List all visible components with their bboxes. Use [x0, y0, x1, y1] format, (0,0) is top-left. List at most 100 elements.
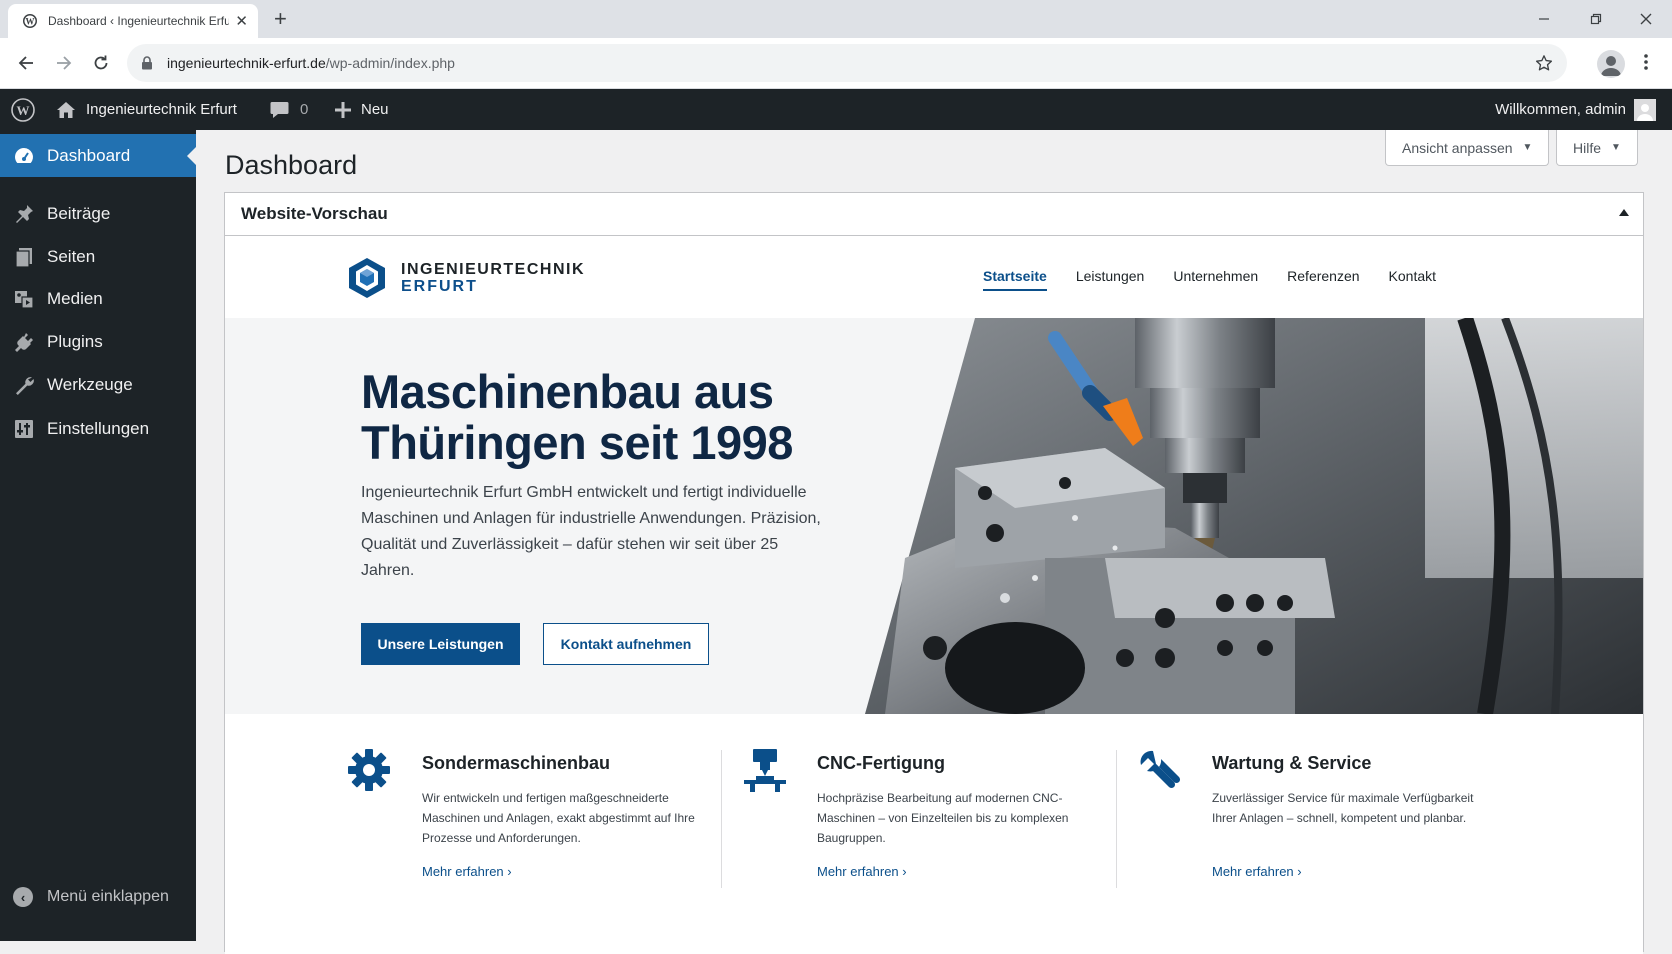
browser-menu-icon[interactable] — [1644, 53, 1648, 71]
sidebar-item-medien[interactable]: Medien — [0, 277, 196, 320]
user-avatar-icon — [1634, 98, 1656, 121]
collapse-menu-button[interactable]: ‹ Menü einklappen — [13, 887, 169, 907]
close-window-icon[interactable] — [1620, 0, 1672, 38]
pages-icon — [13, 246, 35, 268]
sidebar-item-label: Dashboard — [47, 145, 131, 165]
feature-link[interactable]: Mehr erfahren › — [422, 864, 512, 879]
sidebar-item-label: Plugins — [47, 331, 103, 351]
preview-hero: Maschinenbau aus Thüringen seit 1998 Inge… — [225, 318, 1643, 714]
comments-count: 0 — [300, 101, 309, 118]
close-tab-icon[interactable]: ✕ — [235, 14, 248, 29]
hero-title-line-1: Maschinenbau aus — [361, 365, 774, 418]
gear-icon — [347, 748, 393, 794]
reload-icon[interactable] — [89, 51, 113, 75]
restore-icon[interactable] — [1570, 0, 1622, 38]
feature-text: Hochpräzise Bearbeitung auf modernen CNC… — [817, 791, 1069, 845]
nav-leistungen[interactable]: Leistungen — [1076, 268, 1145, 291]
account-menu[interactable]: Willkommen, admin — [1495, 89, 1656, 130]
collapse-arrow-icon: ‹ — [13, 887, 33, 907]
feature-link[interactable]: Mehr erfahren › — [817, 864, 907, 879]
widget-title: Website-Vorschau — [241, 204, 388, 223]
caret-down-icon: ▼ — [1611, 142, 1621, 153]
sidebar-item-label: Medien — [47, 288, 103, 308]
sidebar-item-label: Beiträge — [47, 203, 111, 223]
cnc-icon — [742, 748, 788, 794]
dashboard-icon — [13, 145, 35, 167]
feature-text: Wir entwickeln und fertigen maßgeschneid… — [422, 791, 695, 845]
forward-icon[interactable] — [52, 51, 76, 75]
profile-avatar-icon[interactable] — [1597, 50, 1625, 78]
wrench-icon — [13, 374, 35, 396]
home-icon — [56, 100, 76, 120]
feature-divider — [721, 750, 722, 888]
nav-kontakt[interactable]: Kontakt — [1389, 268, 1436, 291]
admin-sidebar: Dashboard Beiträge Seiten Medien Plugins… — [0, 130, 196, 941]
site-name-link[interactable]: Ingenieurtechnik Erfurt — [56, 89, 237, 130]
sidebar-item-beitraege[interactable]: Beiträge — [0, 192, 196, 235]
feature-link-label: Mehr erfahren — [422, 864, 504, 879]
sidebar-item-werkzeuge[interactable]: Werkzeuge — [0, 363, 196, 406]
welcome-text: Willkommen, admin — [1495, 101, 1626, 118]
screen-options-label: Ansicht anpassen — [1402, 139, 1513, 156]
wordpress-logo-icon[interactable]: W — [11, 89, 35, 130]
help-button[interactable]: Hilfe ▼ — [1556, 130, 1638, 166]
back-icon[interactable] — [14, 51, 38, 75]
address-bar[interactable]: ingenieurtechnik-erfurt.de/wp-admin/inde… — [127, 44, 1567, 82]
sidebar-item-label: Einstellungen — [47, 418, 150, 438]
url-path: /wp-admin/index.php — [325, 55, 455, 71]
new-tab-icon[interactable]: + — [274, 6, 287, 32]
screen-options-button[interactable]: Ansicht anpassen ▼ — [1385, 130, 1550, 166]
feature-title: Sondermaschinenbau — [422, 753, 611, 773]
wordpress-favicon-icon: W — [22, 13, 38, 29]
new-content-link[interactable]: Neu — [335, 89, 389, 130]
site-name: Ingenieurtechnik Erfurt — [86, 101, 237, 118]
tab-title: Dashboard ‹ Ingenieurtechnik Erfurt — [48, 14, 230, 28]
new-label: Neu — [361, 101, 389, 118]
feature-text: Zuverlässiger Service für maximale Verfü… — [1212, 791, 1474, 825]
hero-title-line-2: Thüringen seit 1998 — [361, 416, 793, 469]
sidebar-item-plugins[interactable]: Plugins — [0, 320, 196, 363]
feature-title: CNC-Fertigung — [817, 753, 945, 773]
collapse-widget-icon[interactable] — [1619, 209, 1629, 216]
website-preview-widget: Website-Vorschau INGENIEURTECHNIK ERFURT… — [224, 192, 1644, 954]
nav-startseite[interactable]: Startseite — [983, 268, 1047, 291]
feature-divider — [1116, 750, 1117, 888]
plus-icon — [335, 101, 351, 118]
feature-link[interactable]: Mehr erfahren › — [1212, 864, 1302, 879]
browser-toolbar: ingenieurtechnik-erfurt.de/wp-admin/inde… — [0, 38, 1672, 89]
hero-title: Maschinenbau aus Thüringen seit 1998 — [361, 366, 793, 468]
lock-icon — [141, 56, 153, 70]
url-host: ingenieurtechnik-erfurt.de — [167, 55, 326, 71]
hero-text: Ingenieurtechnik Erfurt GmbH entwickelt … — [361, 484, 821, 579]
cnc-machine-image — [865, 318, 1643, 714]
bookmark-star-icon[interactable] — [1535, 54, 1553, 72]
svg-text:W: W — [26, 17, 35, 27]
contact-button[interactable]: Kontakt aufnehmen — [543, 623, 709, 665]
widget-header: Website-Vorschau — [225, 193, 1643, 236]
preview-site-nav: Startseite Leistungen Unternehmen Refere… — [983, 268, 1465, 291]
services-button[interactable]: Unsere Leistungen — [361, 623, 520, 665]
caret-down-icon: ▼ — [1522, 142, 1533, 153]
wp-admin-bar: W Ingenieurtechnik Erfurt 0 Neu Willkomm… — [0, 89, 1672, 130]
sidebar-item-label: Seiten — [47, 246, 96, 266]
nav-referenzen[interactable]: Referenzen — [1287, 268, 1359, 291]
hexagon-logo-icon — [347, 257, 387, 299]
svg-text:W: W — [17, 103, 30, 118]
page-title: Dashboard — [225, 150, 358, 180]
browser-tab-bar: W Dashboard ‹ Ingenieurtechnik Erfurt ✕ … — [0, 0, 1672, 38]
sidebar-item-einstellungen[interactable]: Einstellungen — [0, 407, 196, 450]
browser-tab[interactable]: W Dashboard ‹ Ingenieurtechnik Erfurt ✕ — [8, 4, 258, 38]
nav-unternehmen[interactable]: Unternehmen — [1173, 268, 1258, 291]
comment-icon — [270, 101, 289, 119]
sidebar-item-dashboard[interactable]: Dashboard — [0, 134, 196, 177]
url-text: ingenieurtechnik-erfurt.de/wp-admin/inde… — [167, 55, 455, 71]
active-indicator — [187, 147, 196, 165]
preview-features: Sondermaschinenbau Wir entwickeln und fe… — [225, 714, 1643, 954]
settings-icon — [13, 418, 35, 440]
feature-title: Wartung & Service — [1212, 753, 1372, 773]
sidebar-item-seiten[interactable]: Seiten — [0, 235, 196, 278]
comments-link[interactable]: 0 — [270, 89, 308, 130]
site-logo[interactable]: INGENIEURTECHNIK ERFURT — [347, 257, 585, 299]
minimize-icon[interactable] — [1518, 0, 1570, 38]
collapse-menu-label: Menü einklappen — [47, 888, 169, 905]
